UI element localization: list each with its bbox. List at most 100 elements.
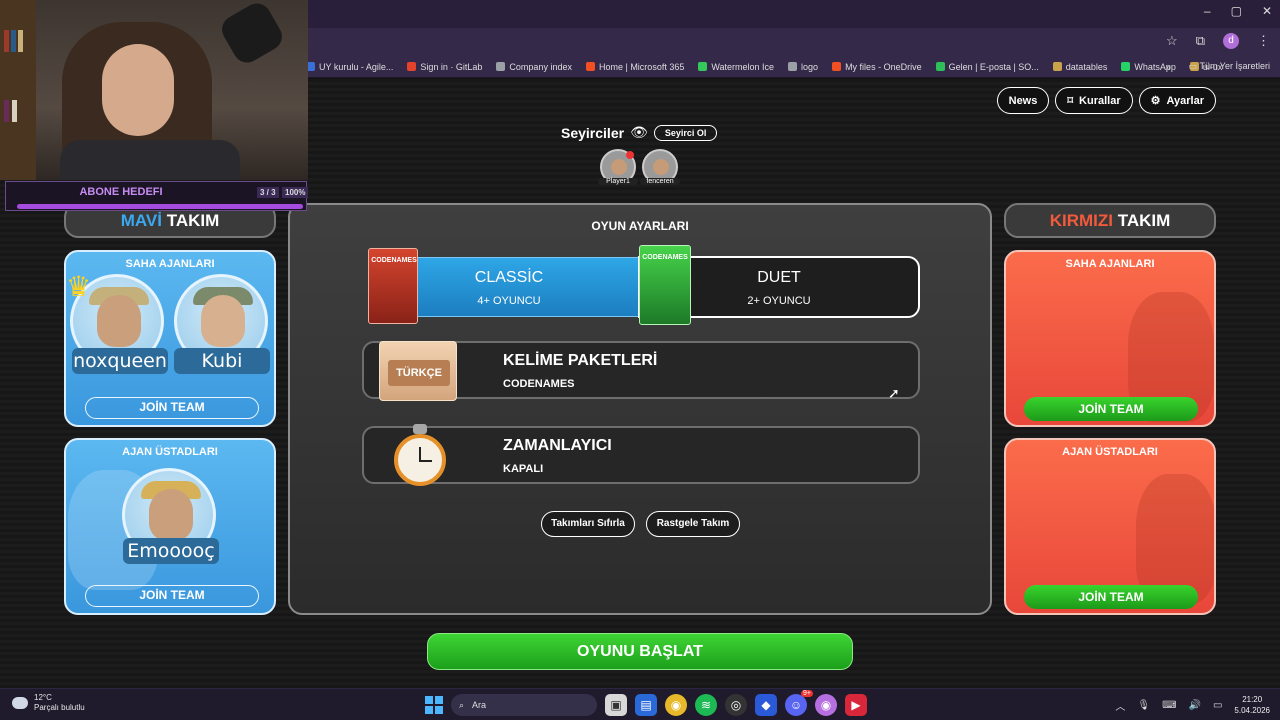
bookmark-item[interactable]: Sign in · GitLab [407,62,482,72]
setting-title: ZAMANLAYICI [503,437,612,454]
rules-label: Kurallar [1079,94,1121,107]
settings-button[interactable]: ⚙ Ayarlar [1138,87,1216,114]
rules-button[interactable]: ⌑ Kurallar [1055,87,1133,114]
bookmark-label: Watermelon Ice [711,61,775,72]
reset-teams-button[interactable]: Takımları Sıfırla [541,511,635,537]
heart-badge-icon [626,151,634,159]
book [4,100,9,122]
join-team-button[interactable]: JOİN TEAM [1024,397,1198,421]
bookmark-item[interactable]: Home | Microsoft 365 [585,62,684,72]
extensions-icon[interactable]: ⧉ [1196,33,1205,49]
time: 21:20 [1242,695,1263,704]
avatar-face [97,295,141,347]
bookmark-item[interactable]: Watermelon Ice [698,62,774,72]
obs-icon[interactable]: ◎ [725,694,747,716]
random-teams-button[interactable]: Rastgele Takım [646,511,740,537]
discord-icon[interactable]: ☺ 9+ [785,690,813,716]
avatar-face [201,295,245,347]
spectator-avatar[interactable]: fenceren [640,149,680,185]
menu-dots-icon[interactable]: ⋮ [1257,33,1270,49]
start-game-button[interactable]: OYUNU BAŞLAT [427,633,853,670]
folder-icon: ▭ [1188,61,1198,71]
box-label: CODENAMES [371,257,417,264]
store-icon[interactable]: ▤ [635,694,657,716]
subscriber-goal-widget: ABONE HEDEFI 3 / 3 100% [5,181,309,211]
bookmarks-more-icon[interactable]: » [1166,62,1171,72]
chrome-icon[interactable]: ◉ [665,694,687,716]
weather-widget[interactable]: 12°C Parçalı bulutlu [12,693,85,713]
streamer-shirt [60,140,240,180]
media-app-icon[interactable]: ▶ [845,694,867,716]
weather-condition: Parçalı bulutlu [34,703,85,712]
spotify-icon[interactable]: ≋ [695,694,717,716]
bookshelf [0,0,36,180]
profile-avatar[interactable]: d [1223,33,1239,49]
stopwatch-icon [394,434,446,486]
window-controls: – ▢ ✕ [1204,4,1272,18]
goal-progress-track [17,204,303,209]
search-placeholder: Ara [472,700,487,710]
bookmark-label: Gelen | E-posta | SO... [948,61,1039,72]
game-settings-panel: OYUN AYARLARI CLASSİC 4+ OYUNCU DUET 2+ … [288,203,992,615]
all-bookmarks-link[interactable]: ▭ Tüm Yer İşaretleri [1189,61,1270,72]
system-tray: ︿ 🎙 ⌨ 🔊 ▭ 21:20 5.04.2026 [1115,694,1270,716]
taskbar-search[interactable]: ⌕ Ara [451,694,597,716]
bookmark-item[interactable]: datatables [1052,61,1108,72]
webcam-overlay [0,0,308,180]
blue-spymasters-card: AJAN ÜSTADLARI Emooooç JOİN TEAM [64,438,276,615]
mouse-cursor-icon: ➚ [888,385,900,401]
word-pack-box-image: TÜRKÇE [379,341,457,401]
bookmark-favicon-icon [496,62,506,71]
word-pack-setting[interactable]: TÜRKÇE KELİME PAKETLERİ CODENAMES [362,341,920,401]
settings-app-icon[interactable]: ◆ [755,694,777,716]
chrome-profile-icon[interactable]: ◉ [815,694,837,716]
bookmark-favicon-icon [1121,62,1131,71]
microphone-tray-icon[interactable]: 🎙 [1137,700,1150,711]
maximize-button[interactable]: ▢ [1231,4,1242,18]
bookmark-item[interactable]: Company index [496,62,572,72]
agent-name: Kubi [174,348,270,374]
close-button[interactable]: ✕ [1262,4,1272,18]
bookmark-favicon-icon [585,62,595,71]
bookmark-favicon-icon [935,62,945,71]
date: 5.04.2026 [1234,706,1270,715]
bookmark-item[interactable]: Gelen | E-posta | SO... [935,61,1039,72]
windows-start-icon[interactable] [425,696,443,714]
join-team-button[interactable]: JOİN TEAM [85,585,259,607]
bookmark-item[interactable]: My files - OneDrive [832,62,922,72]
card-title: AJAN ÜSTADLARI [1062,446,1158,458]
avatar-face [611,159,627,175]
spectators-header: Seyirciler 👁 Seyirci Ol [561,124,718,141]
join-team-button[interactable]: JOİN TEAM [1024,585,1198,609]
duet-box-image: CODENAMES [639,245,691,325]
bookmark-item[interactable]: logo [788,62,818,72]
gear-icon: ⚙ [1150,95,1161,107]
blue-field-agents-card: SAHA AJANLARI ♛ noxqueen Kubi JOİN TEAM [64,250,276,427]
volume-icon[interactable]: 🔊 [1189,700,1201,711]
spectators-title: Seyirciler [561,124,625,141]
setting-title: KELİME PAKETLERİ [503,352,658,369]
chevron-up-icon[interactable]: ︿ [1115,698,1125,713]
bookmark-label: datatables [1065,61,1108,72]
news-button[interactable]: News [996,87,1050,114]
timer-setting[interactable]: ZAMANLAYICI KAPALI [362,424,920,486]
network-icon[interactable]: ⌨ [1162,700,1176,711]
join-team-button[interactable]: JOİN TEAM [85,397,259,419]
book [18,30,23,52]
tray-clock[interactable]: 21:20 5.04.2026 [1234,694,1270,716]
eye-icon: 👁 [630,124,648,140]
minimize-button[interactable]: – [1204,4,1211,18]
settings-label: Ayarlar [1166,94,1204,107]
setting-value: KAPALI [503,463,544,475]
battery-icon[interactable]: ▭ [1213,700,1222,711]
bookmark-star-icon[interactable]: ☆ [1166,33,1178,49]
bookmark-item[interactable]: UY kurulu - Agile... [306,62,393,72]
task-view-icon[interactable]: ▣ [605,694,627,716]
goal-progress-fill [17,204,303,209]
become-spectator-button[interactable]: Seyirci Ol [653,124,718,141]
spectator-avatar[interactable]: Player1 [598,149,638,185]
top-buttons: News ⌑ Kurallar ⚙ Ayarlar [996,87,1216,114]
goal-count: 3 / 3 [257,187,279,198]
goal-percent: 100% [282,187,309,198]
news-label: News [1008,94,1038,107]
